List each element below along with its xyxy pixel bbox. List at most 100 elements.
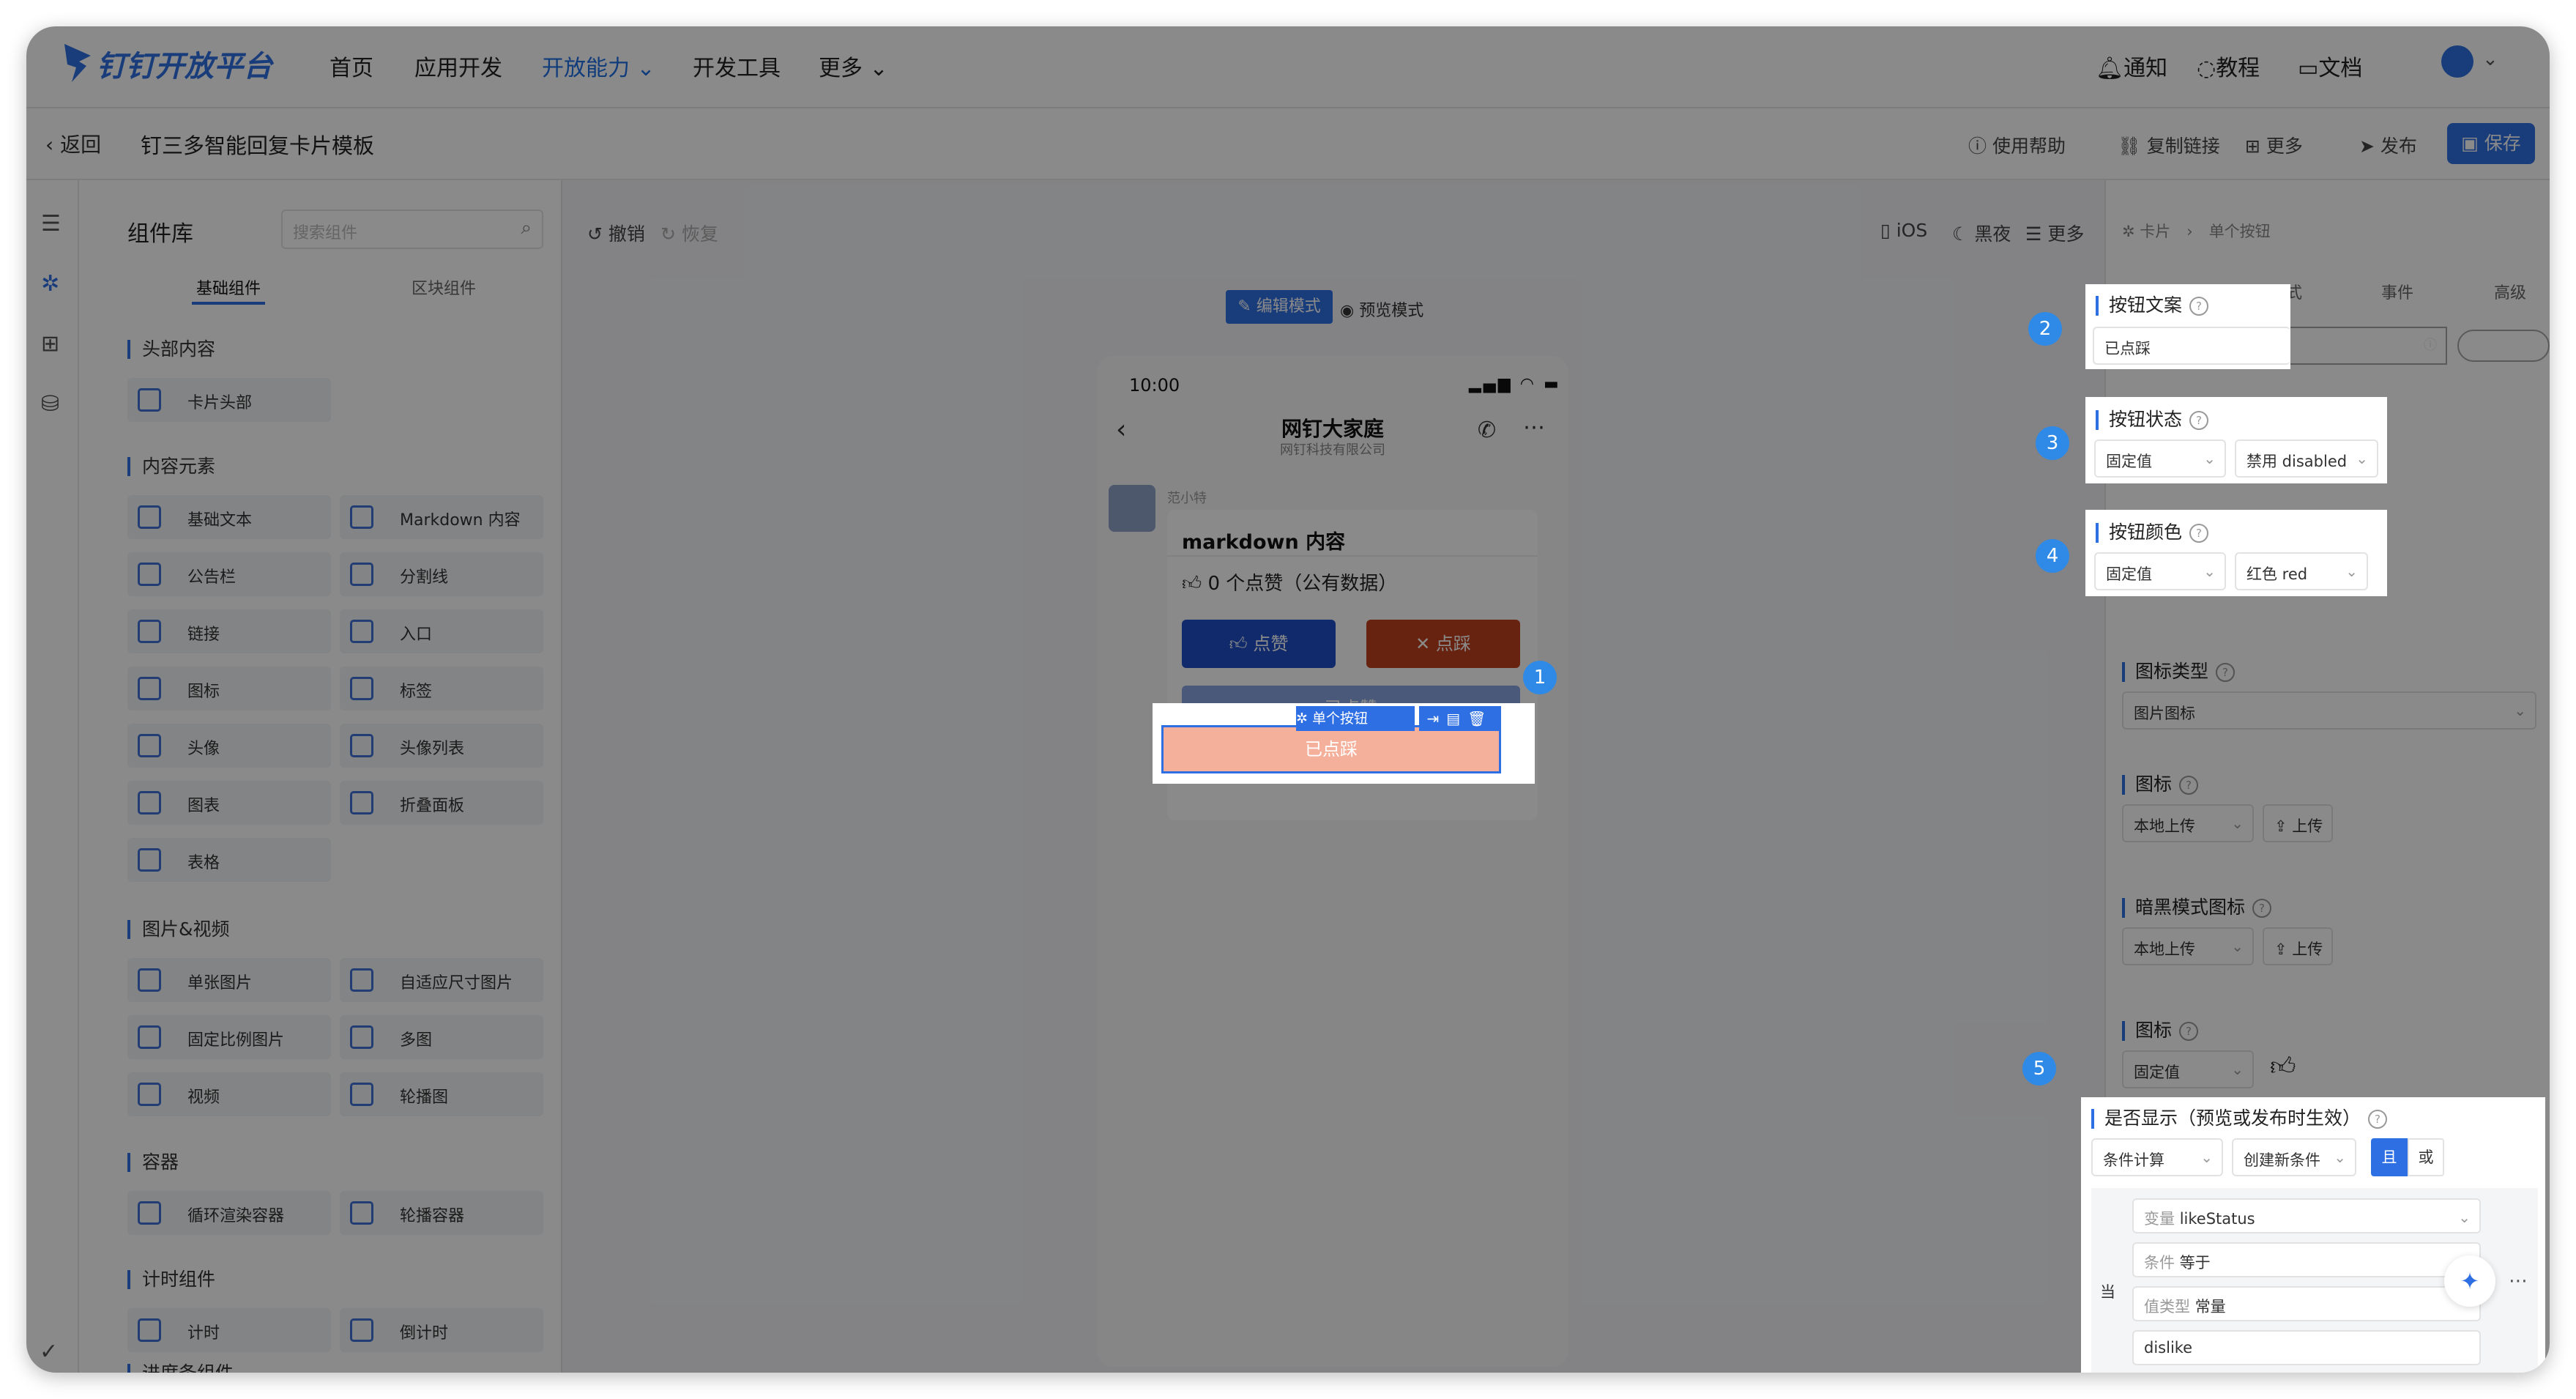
docs-button[interactable]: ▭文档: [2298, 50, 2362, 82]
phone-call-icon[interactable]: ✆: [1478, 418, 1496, 443]
redo-button[interactable]: ↻ 恢复: [660, 220, 718, 246]
more-dots-icon[interactable]: ⋯: [2509, 1270, 2528, 1292]
tab-basic-components[interactable]: 基础组件: [196, 275, 261, 299]
component-video[interactable]: 视频: [127, 1072, 331, 1116]
component-notice[interactable]: 公告栏: [127, 552, 331, 596]
component-icon[interactable]: 图标: [127, 667, 331, 710]
preview-mode-button[interactable]: ◉ 预览模式: [1340, 297, 1423, 321]
icon-type-select[interactable]: 图片图标 ⌄: [2122, 691, 2536, 730]
publish-button[interactable]: ➤ 发布: [2359, 132, 2417, 158]
component-entry[interactable]: 入口: [340, 609, 543, 653]
button-color-mode-select[interactable]: 固定值 ⌄: [2094, 552, 2226, 590]
copy-icon[interactable]: ▤: [1446, 710, 1467, 727]
tab-events[interactable]: 事件: [2381, 280, 2413, 303]
component-timer[interactable]: 计时: [127, 1308, 331, 1352]
grid-icon: ⊞: [2245, 136, 2266, 157]
button-state-mode-select[interactable]: 固定值 ⌄: [2094, 439, 2226, 478]
more-dots-icon[interactable]: ⋯: [1523, 415, 1545, 440]
outline-icon[interactable]: ☰: [41, 211, 61, 237]
condition-value-input[interactable]: dislike: [2132, 1330, 2481, 1365]
condition-select[interactable]: 条件 等于: [2132, 1242, 2481, 1277]
logo-text[interactable]: 钉钉开放平台: [97, 42, 272, 85]
step-badge-3: 3: [2036, 426, 2069, 460]
button-color-select[interactable]: 红色 red ⌄: [2235, 552, 2368, 590]
button-state-select[interactable]: 禁用 disabled ⌄: [2235, 439, 2378, 478]
component-loop-container[interactable]: 循环渲染容器: [127, 1191, 331, 1235]
component-multi-image[interactable]: 多图: [340, 1015, 543, 1059]
avatar[interactable]: [2441, 45, 2473, 78]
dark-icon-upload-button[interactable]: ⇪ 上传: [2263, 927, 2333, 965]
variable-select[interactable]: 变量 likeStatus ⌄: [2132, 1198, 2481, 1233]
component-tag[interactable]: 标签: [340, 667, 543, 710]
component-collapse[interactable]: 折叠面板: [340, 781, 543, 825]
component-avatar[interactable]: 头像: [127, 724, 331, 768]
component-carousel-container[interactable]: 轮播容器: [340, 1191, 543, 1235]
component-actions[interactable]: ⇥▤🗑︎: [1419, 706, 1501, 731]
component-carousel[interactable]: 轮播图: [340, 1072, 543, 1116]
check-circle-icon[interactable]: ✓: [40, 1339, 58, 1365]
component-single-image[interactable]: 单张图片: [127, 958, 331, 1002]
i18n-toggle[interactable]: 国际化: [2457, 330, 2550, 362]
more-button[interactable]: ⊞ 更多: [2245, 132, 2303, 158]
component-adaptive-image[interactable]: 自适应尺寸图片: [340, 958, 543, 1002]
new-condition-select[interactable]: 创建新条件 ⌄: [2232, 1138, 2356, 1176]
search-placeholder: 搜索组件: [293, 224, 358, 242]
tab-block-components[interactable]: 区块组件: [412, 275, 476, 299]
icon-upload-button[interactable]: ⇪ 上传: [2263, 804, 2333, 842]
thumbs-up-icon[interactable]: 👍︎: [2270, 1052, 2296, 1082]
database-icon[interactable]: ⛁: [41, 391, 59, 417]
nav-app-dev[interactable]: 应用开发: [414, 50, 502, 82]
component-avatar-list[interactable]: 头像列表: [340, 724, 543, 768]
dislike-button[interactable]: ✕ 点踩: [1366, 620, 1520, 668]
component-fixed-ratio-image[interactable]: 固定比例图片: [127, 1015, 331, 1059]
nav-more[interactable]: 更多 ⌄: [819, 50, 888, 82]
like-button[interactable]: 👍︎ 点赞: [1182, 620, 1336, 668]
component-link[interactable]: 链接: [127, 609, 331, 653]
magic-wand-icon[interactable]: ✦: [2444, 1255, 2495, 1307]
ios-toggle[interactable]: ▯ iOS: [1880, 220, 1927, 241]
save-button[interactable]: ▣ 保存: [2447, 123, 2535, 164]
button-text-input[interactable]: 已点踩: [2093, 327, 2290, 365]
or-button[interactable]: 或: [2408, 1138, 2444, 1176]
apps-icon[interactable]: ⊞: [41, 331, 59, 357]
component-table[interactable]: 表格: [127, 838, 331, 882]
component-divider[interactable]: 分割线: [340, 552, 543, 596]
trash-icon[interactable]: 🗑︎: [1467, 710, 1493, 727]
nav-open-capability[interactable]: 开放能力 ⌄: [542, 50, 655, 82]
icon-source-select[interactable]: 本地上传 ⌄: [2122, 804, 2254, 842]
user-icon: [138, 734, 161, 757]
move-icon[interactable]: ⇥: [1426, 710, 1446, 727]
tab-advanced[interactable]: 高级: [2494, 280, 2526, 303]
edit-mode-button[interactable]: ✎ 编辑模式: [1226, 290, 1333, 324]
help-button[interactable]: ⓘ 使用帮助: [1968, 132, 2066, 158]
dark-mode-toggle[interactable]: ☾ 黑夜: [1952, 220, 2011, 246]
value-type-select[interactable]: 值类型 常量: [2132, 1286, 2481, 1321]
notification-button[interactable]: 🔔︎通知: [2096, 50, 2167, 82]
component-icon[interactable]: ✲: [41, 271, 59, 297]
copy-link-button[interactable]: ⛓ 复制链接: [2118, 132, 2220, 158]
table-icon: [138, 848, 161, 872]
canvas-more-button[interactable]: ☰ 更多: [2025, 220, 2084, 246]
upload-icon: ⇪: [2274, 940, 2293, 958]
chevron-down-icon[interactable]: ⌄: [2482, 48, 2498, 70]
visibility-mode-select[interactable]: 条件计算 ⌄: [2091, 1138, 2223, 1176]
component-icon: ✲: [1296, 710, 1312, 727]
disliked-button[interactable]: 已点踩: [1161, 725, 1501, 773]
undo-button[interactable]: ↺ 撤销: [587, 220, 645, 246]
icon2-mode-select[interactable]: 固定值 ⌄: [2122, 1050, 2254, 1088]
nav-dev-tools[interactable]: 开发工具: [693, 50, 781, 82]
component-card-header[interactable]: 卡片头部: [127, 378, 331, 422]
dark-icon-source-select[interactable]: 本地上传 ⌄: [2122, 927, 2254, 965]
and-button[interactable]: 且: [2371, 1138, 2408, 1176]
component-chart[interactable]: 图表: [127, 781, 331, 825]
close-icon: ✕: [1415, 634, 1436, 654]
nav-home[interactable]: 首页: [330, 50, 373, 82]
component-basic-text[interactable]: 基础文本: [127, 495, 331, 539]
tutorial-button[interactable]: ◌教程: [2197, 50, 2260, 82]
chat-subtitle: 网钉科技有限公司: [1280, 442, 1385, 458]
component-search-input[interactable]: 搜索组件 ⌕: [281, 209, 543, 249]
component-countdown[interactable]: 倒计时: [340, 1308, 543, 1352]
back-button[interactable]: ‹ 返回: [45, 129, 101, 158]
phone-frame: 10:00 ▂▄▆ ◠ ▬ ‹ 网钉大家庭 网钉科技有限公司 ✆ ⋯ 范小特 m…: [1097, 356, 1568, 1367]
component-markdown[interactable]: Markdown 内容: [340, 495, 543, 539]
